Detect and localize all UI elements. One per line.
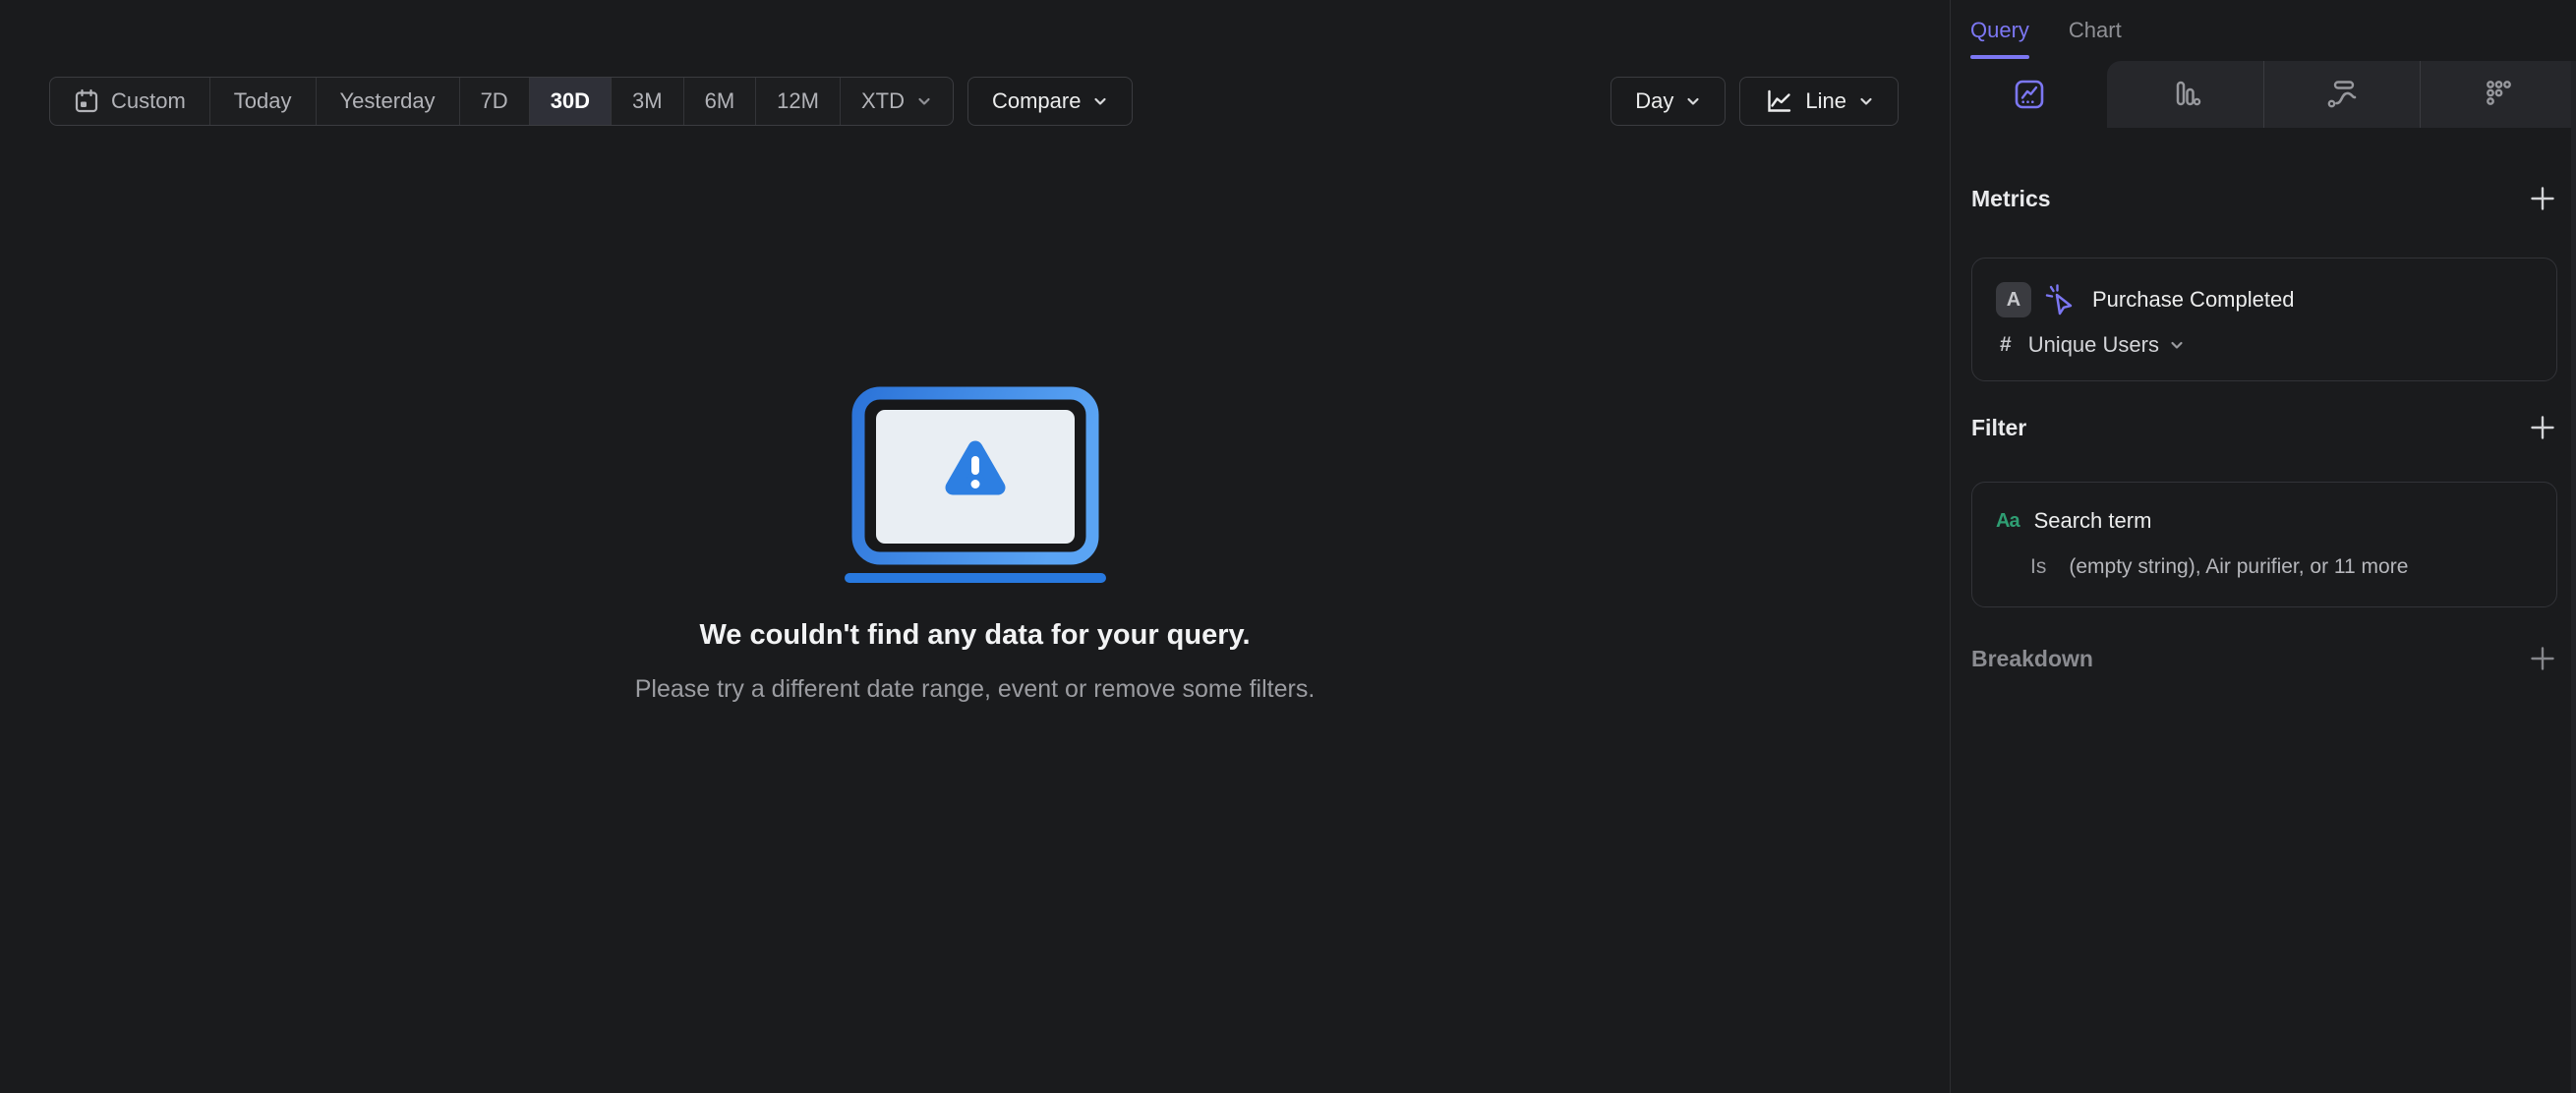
date-range-today[interactable]: Today [210, 78, 317, 125]
tab-query[interactable]: Query [1970, 0, 2029, 61]
metric-aggregation-row: # Unique Users [1996, 332, 2537, 358]
metric-event-name[interactable]: Purchase Completed [2092, 287, 2294, 313]
filter-header-label: Filter [1971, 414, 2027, 440]
report-type-tabs [1951, 61, 2576, 128]
analytics-app: Custom Today Yesterday 7D 30D 3M 6M 12M … [0, 0, 2576, 1093]
line-chart-icon [1768, 89, 1791, 112]
report-tab-retention[interactable] [2420, 61, 2576, 128]
aggregation-symbol: # [2000, 333, 2012, 356]
filter-operator-row: Is (empty string), Air purifier, or 11 m… [1996, 555, 2537, 579]
query-builder-content: Metrics A Purchase Completed # Unique Us… [1951, 184, 2576, 673]
flows-icon [2327, 81, 2357, 108]
date-range-3m[interactable]: 3M [612, 78, 684, 125]
date-range-7d[interactable]: 7D [460, 78, 530, 125]
filter-section-header: Filter [1971, 413, 2557, 442]
retention-dots-icon [2487, 81, 2511, 105]
add-filter-button[interactable] [2528, 413, 2557, 442]
breakdown-header-label: Breakdown [1971, 645, 2093, 671]
aggregation-selector[interactable]: Unique Users [2012, 332, 2185, 358]
date-range-30d[interactable]: 30D [529, 78, 613, 125]
metric-event-row: A Purchase Completed [1996, 282, 2537, 317]
date-range-control: Custom Today Yesterday 7D 30D 3M 6M 12M … [49, 77, 954, 126]
sidebar-scrollbar[interactable] [2571, 61, 2576, 1093]
chevron-down-icon [1860, 97, 1872, 105]
filter-property-name[interactable]: Search term [2034, 508, 2152, 534]
date-range-custom[interactable]: Custom [50, 78, 210, 125]
report-tab-flows[interactable] [2263, 61, 2420, 128]
laptop-warning-illustration [844, 386, 1106, 583]
date-range-6m[interactable]: 6M [684, 78, 757, 125]
empty-state-subtitle: Please try a different date range, event… [634, 675, 1316, 703]
insights-line-chart-icon [2015, 80, 2043, 109]
aggregation-label: Unique Users [2027, 332, 2159, 357]
date-range-12m[interactable]: 12M [756, 78, 841, 125]
chart-canvas-area: Custom Today Yesterday 7D 30D 3M 6M 12M … [0, 0, 1950, 1093]
metrics-section-header: Metrics [1971, 184, 2557, 213]
metrics-header-label: Metrics [1971, 185, 2051, 211]
query-builder-sidebar: Query Chart Metrics A Purchase Completed… [1950, 0, 2576, 1093]
event-spark-cursor-icon [2045, 284, 2073, 316]
filter-card[interactable]: Aa Search term Is (empty string), Air pu… [1971, 482, 2557, 607]
compare-button[interactable]: Compare [966, 77, 1134, 126]
tab-chart[interactable]: Chart [2069, 0, 2122, 61]
bar-chart-icon [2176, 81, 2200, 106]
filter-value-summary[interactable]: (empty string), Air purifier, or 11 more [2069, 555, 2408, 579]
date-range-label: Custom [111, 88, 186, 113]
report-tab-insights[interactable] [1951, 61, 2107, 128]
chart-toolbar: Custom Today Yesterday 7D 30D 3M 6M 12M … [49, 77, 1899, 126]
calendar-icon [75, 88, 98, 113]
chart-type-button[interactable]: Line [1739, 77, 1899, 126]
filter-property-row: Aa Search term [1996, 506, 2537, 536]
sidebar-tabbar: Query Chart [1951, 0, 2576, 61]
string-property-type-icon: Aa [1996, 509, 2020, 532]
metric-letter-badge: A [1996, 282, 2031, 317]
filter-operator[interactable]: Is [2030, 555, 2046, 579]
granularity-button[interactable]: Day [1610, 77, 1727, 126]
chevron-down-icon [918, 97, 930, 105]
filter-overflow-menu-icon[interactable] [2529, 506, 2537, 536]
report-tab-funnels[interactable] [2107, 61, 2263, 128]
empty-state: We couldn't find any data for your query… [0, 383, 1950, 704]
breakdown-section-header: Breakdown [1971, 644, 2557, 673]
add-metric-button[interactable] [2528, 184, 2557, 213]
chevron-down-icon [2171, 341, 2183, 349]
empty-state-title: We couldn't find any data for your query… [699, 619, 1251, 651]
chart-display-controls: Day Line [1610, 77, 1899, 126]
chevron-down-icon [1687, 97, 1700, 105]
date-range-xtd[interactable]: XTD [841, 78, 953, 125]
metric-card[interactable]: A Purchase Completed # Unique Users [1971, 258, 2557, 381]
add-breakdown-button[interactable] [2528, 644, 2557, 673]
date-range-yesterday[interactable]: Yesterday [317, 78, 460, 125]
metric-overflow-menu-icon[interactable] [2529, 285, 2537, 315]
chevron-down-icon [1094, 97, 1107, 105]
report-type-tabs-inactive [2107, 61, 2576, 128]
